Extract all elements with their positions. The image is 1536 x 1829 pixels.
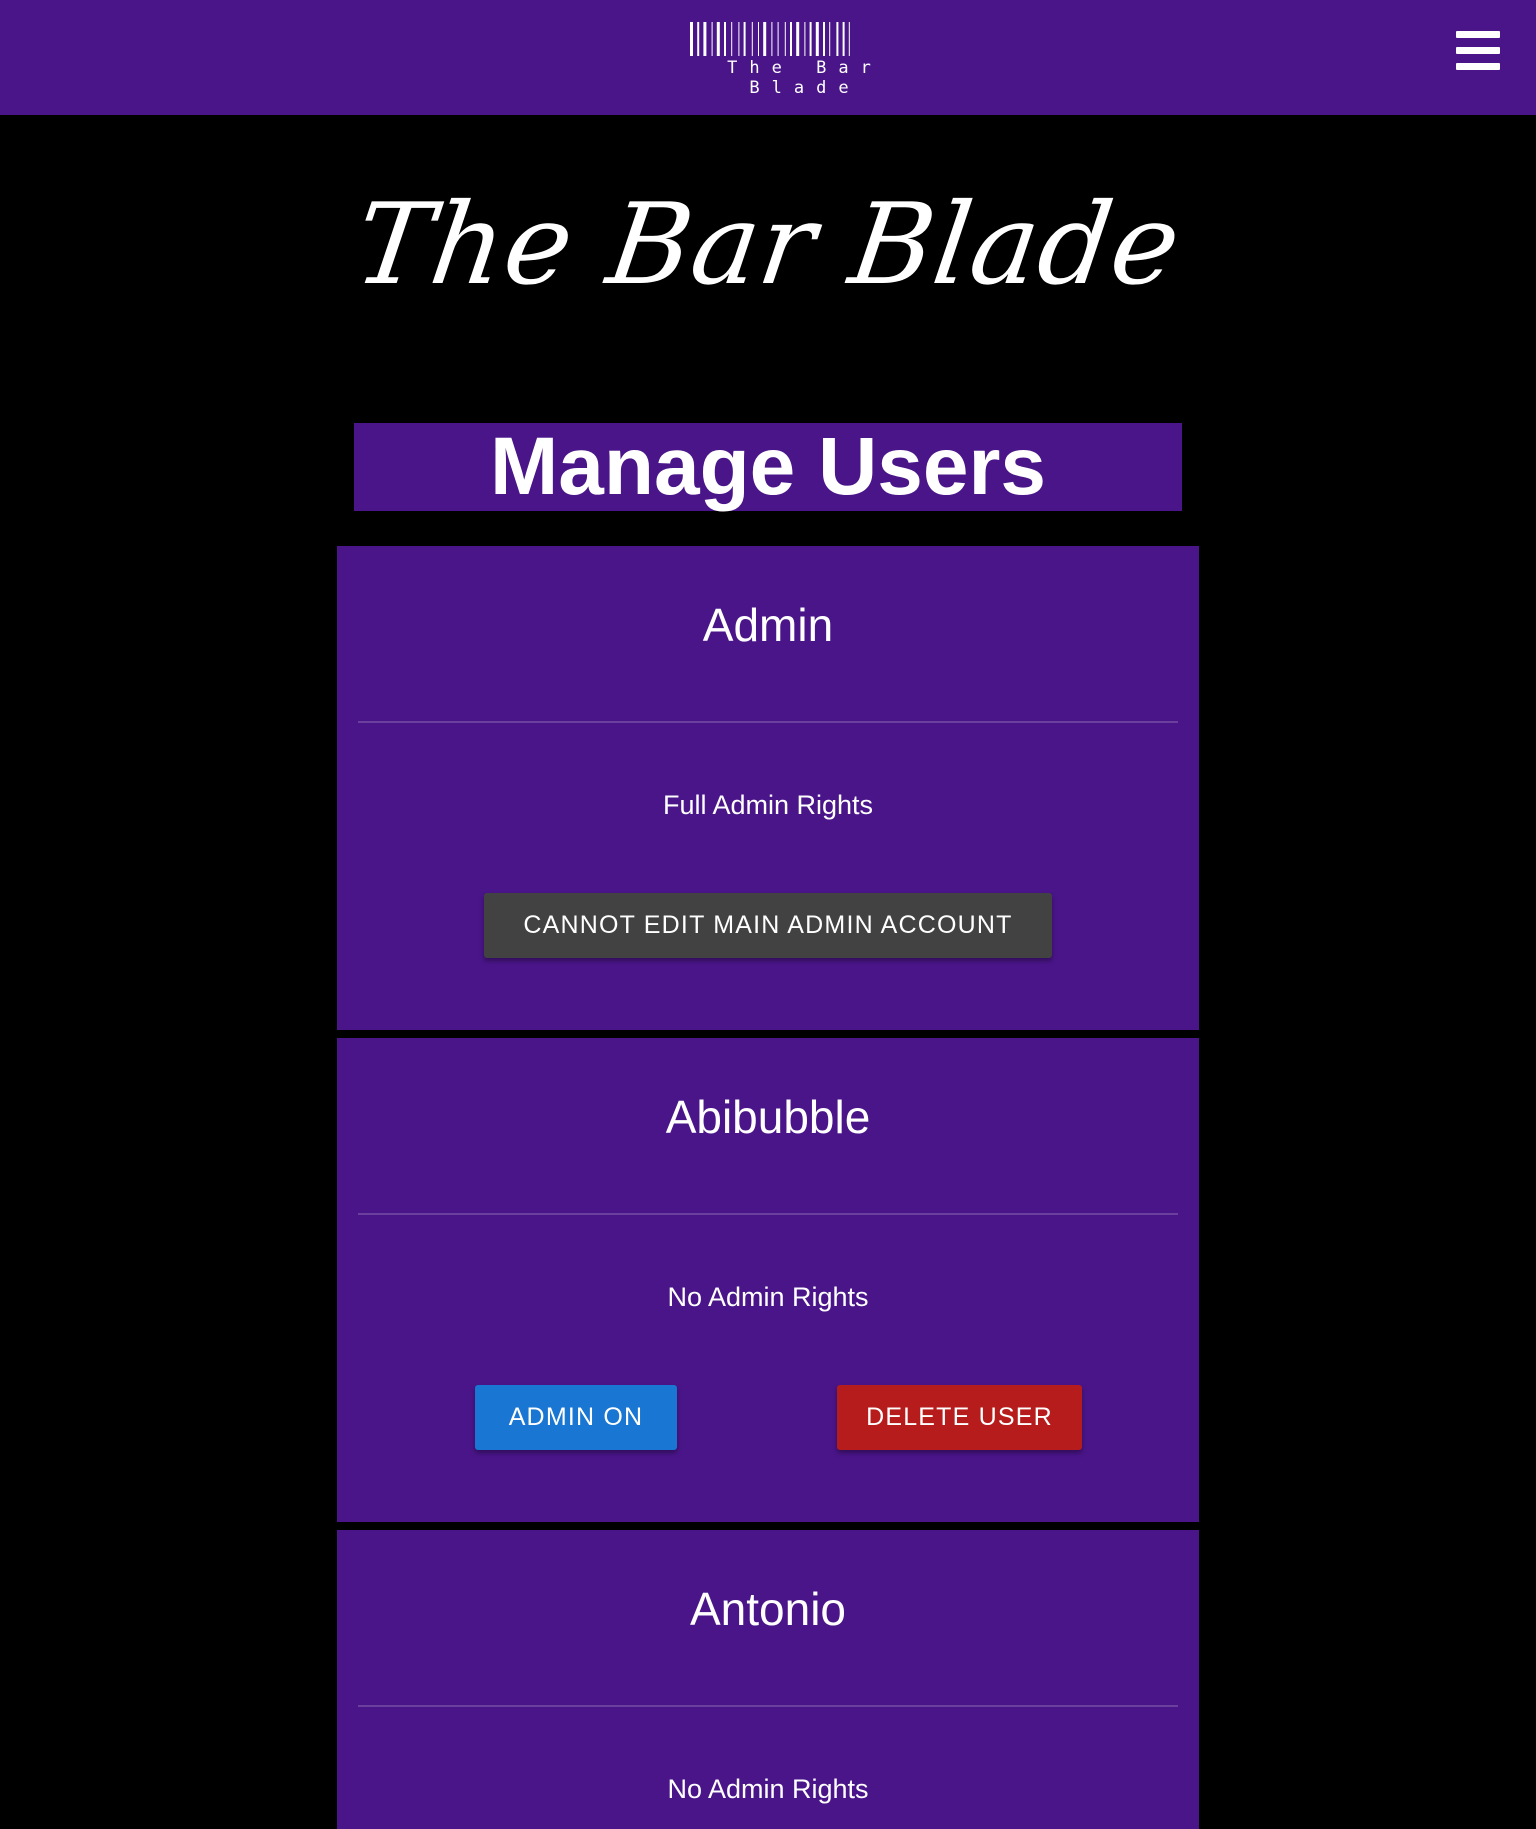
page-title: Manage Users (354, 423, 1182, 511)
barcode-icon (690, 22, 850, 56)
brand-logo-text: The Bar Blade (727, 58, 883, 98)
user-card: Admin Full Admin Rights CANNOT EDIT MAIN… (337, 546, 1199, 1030)
user-name: Abibubble (665, 1091, 871, 1143)
hamburger-menu-icon[interactable] (1456, 31, 1500, 71)
user-rights: No Admin Rights (667, 1282, 869, 1312)
admin-on-button[interactable]: ADMIN ON (475, 1385, 677, 1450)
user-card: Abibubble No Admin Rights ADMIN ON DELET… (337, 1038, 1199, 1522)
user-card: Antonio No Admin Rights (337, 1530, 1199, 1829)
navbar: The Bar Blade (0, 0, 1536, 115)
user-name: Antonio (689, 1583, 846, 1635)
user-rights: Full Admin Rights (662, 790, 874, 820)
delete-user-button[interactable]: DELETE USER (837, 1385, 1082, 1450)
card-divider (358, 721, 1178, 723)
user-name: Admin (702, 599, 834, 651)
card-divider (358, 1213, 1178, 1215)
brand-logo[interactable]: The Bar Blade (682, 20, 928, 98)
user-rights: No Admin Rights (667, 1774, 869, 1804)
cannot-edit-admin-button[interactable]: CANNOT EDIT MAIN ADMIN ACCOUNT (484, 893, 1052, 958)
card-divider (358, 1705, 1178, 1707)
hero-title: The Bar Blade (347, 180, 1189, 310)
